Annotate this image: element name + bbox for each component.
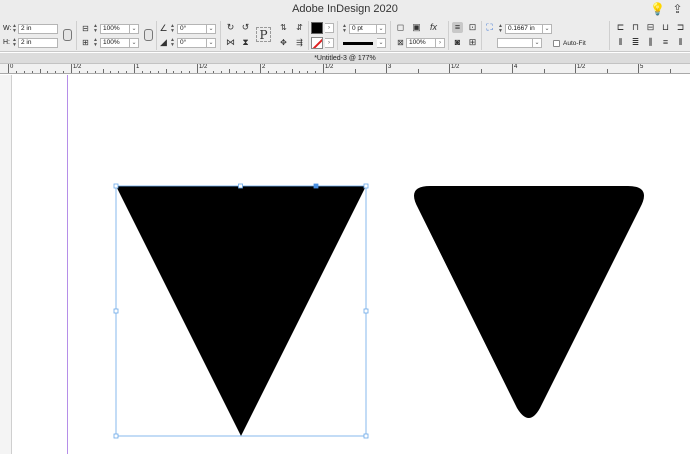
selection-handle[interactable] (113, 308, 119, 314)
selection-handle[interactable] (113, 433, 119, 439)
selection-handle[interactable] (363, 308, 369, 314)
selection-handle[interactable] (238, 183, 243, 189)
selection-handle[interactable] (363, 433, 369, 439)
selection-handle[interactable] (363, 183, 369, 189)
corner-live-handle[interactable] (313, 183, 319, 189)
sharp-triangle[interactable] (116, 186, 366, 436)
rounded-triangle[interactable] (414, 186, 644, 418)
indesign-window: Adobe InDesign 2020 💡 ⇪ W: ▲ ▼ 2 in H: ▲ ▼… (0, 0, 690, 454)
selection-handle[interactable] (113, 183, 119, 189)
canvas-artwork (113, 183, 644, 439)
